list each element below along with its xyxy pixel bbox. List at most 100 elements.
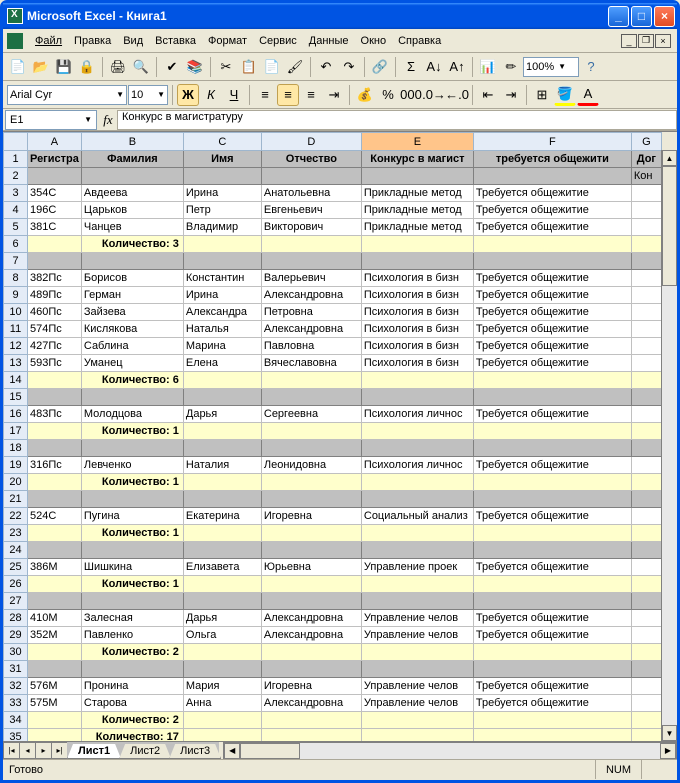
borders-button[interactable]: ⊞ — [531, 84, 553, 106]
drawing-button[interactable]: ✏ — [500, 56, 522, 78]
cell[interactable]: Дарья — [183, 406, 261, 423]
sort-desc-button[interactable]: A↑ — [446, 56, 468, 78]
comma-button[interactable]: 000 — [400, 84, 422, 106]
cell[interactable] — [631, 253, 661, 270]
row-header[interactable]: 33 — [4, 695, 28, 712]
row-header[interactable]: 29 — [4, 627, 28, 644]
cell[interactable] — [81, 389, 183, 406]
count-cell[interactable]: Количество: 2 — [81, 712, 183, 729]
tab-nav-prev[interactable]: ◂ — [19, 742, 35, 759]
cell[interactable]: Александровна — [261, 287, 361, 304]
cell[interactable] — [361, 593, 473, 610]
cut-button[interactable]: ✂ — [215, 56, 237, 78]
row-header[interactable]: 35 — [4, 729, 28, 742]
cell[interactable]: Авдеева — [81, 185, 183, 202]
cell[interactable] — [28, 474, 82, 491]
cell[interactable]: 196С — [28, 202, 82, 219]
cell[interactable]: Царьков — [81, 202, 183, 219]
row-header[interactable]: 34 — [4, 712, 28, 729]
cell[interactable]: Управление проек — [361, 559, 473, 576]
sheet-tab-3[interactable]: Лист3 — [169, 744, 221, 759]
cell[interactable]: Залесная — [81, 610, 183, 627]
cell[interactable] — [631, 627, 661, 644]
cell[interactable]: Левченко — [81, 457, 183, 474]
cell[interactable] — [261, 576, 361, 593]
count-cell[interactable]: Количество: 6 — [81, 372, 183, 389]
row-header[interactable]: 12 — [4, 338, 28, 355]
cell[interactable]: Социальный анализ — [361, 508, 473, 525]
cell[interactable] — [81, 593, 183, 610]
cell[interactable]: Психология в бизн — [361, 304, 473, 321]
mdi-minimize-button[interactable]: _ — [621, 34, 637, 48]
cell[interactable]: Психология в бизн — [361, 287, 473, 304]
cell[interactable] — [261, 644, 361, 661]
cell[interactable] — [261, 423, 361, 440]
cell[interactable] — [631, 593, 661, 610]
cell[interactable] — [261, 491, 361, 508]
cell[interactable] — [183, 644, 261, 661]
cell[interactable]: Кон — [631, 168, 661, 185]
cell[interactable] — [473, 253, 631, 270]
row-header[interactable]: 19 — [4, 457, 28, 474]
research-button[interactable]: 📚 — [184, 56, 206, 78]
cell[interactable] — [81, 542, 183, 559]
cell[interactable]: Александра — [183, 304, 261, 321]
cell[interactable] — [631, 423, 661, 440]
cell[interactable] — [28, 525, 82, 542]
cell[interactable] — [631, 372, 661, 389]
cell[interactable] — [473, 644, 631, 661]
cell[interactable] — [28, 440, 82, 457]
cell[interactable] — [631, 678, 661, 695]
col-header-f[interactable]: F — [473, 133, 631, 151]
row-header[interactable]: 25 — [4, 559, 28, 576]
cell[interactable]: Управление челов — [361, 610, 473, 627]
row-header[interactable]: 11 — [4, 321, 28, 338]
cell[interactable] — [361, 491, 473, 508]
cell[interactable] — [361, 253, 473, 270]
cell[interactable]: Елизавета — [183, 559, 261, 576]
cell[interactable]: Требуется общежитие — [473, 508, 631, 525]
format-painter-button[interactable]: 🖌 — [284, 56, 306, 78]
horizontal-scrollbar[interactable]: ◀ ▶ — [223, 742, 677, 759]
cell[interactable]: Елена — [183, 355, 261, 372]
cell[interactable] — [631, 440, 661, 457]
cell[interactable] — [631, 644, 661, 661]
row-header[interactable]: 22 — [4, 508, 28, 525]
cell[interactable] — [183, 525, 261, 542]
cell[interactable]: Психология в бизн — [361, 270, 473, 287]
formula-input[interactable]: Конкурс в магистратуру — [117, 110, 677, 130]
column-title[interactable]: Дог — [631, 151, 661, 168]
print-preview-button[interactable]: 🔍 — [130, 56, 152, 78]
cell[interactable] — [361, 168, 473, 185]
cell[interactable]: Прикладные метод — [361, 185, 473, 202]
merge-center-button[interactable]: ⇥ — [323, 84, 345, 106]
cell[interactable]: 575М — [28, 695, 82, 712]
cell[interactable]: Требуется общежитие — [473, 457, 631, 474]
cell[interactable] — [183, 661, 261, 678]
cell[interactable] — [183, 576, 261, 593]
cell[interactable]: Прикладные метод — [361, 219, 473, 236]
cell[interactable] — [183, 168, 261, 185]
col-header-c[interactable]: C — [183, 133, 261, 151]
hyperlink-button[interactable]: 🔗 — [369, 56, 391, 78]
cell[interactable] — [28, 389, 82, 406]
tab-nav-next[interactable]: ▸ — [35, 742, 51, 759]
maximize-button[interactable]: □ — [631, 6, 652, 27]
cell[interactable]: Требуется общежитие — [473, 270, 631, 287]
cell[interactable]: Александровна — [261, 695, 361, 712]
cell[interactable] — [631, 661, 661, 678]
row-header[interactable]: 24 — [4, 542, 28, 559]
cell[interactable] — [361, 712, 473, 729]
col-header-a[interactable]: A — [28, 133, 82, 151]
cell[interactable]: Требуется общежитие — [473, 695, 631, 712]
cell[interactable] — [473, 729, 631, 742]
count-cell[interactable]: Количество: 17 — [81, 729, 183, 742]
autosum-button[interactable]: Σ — [400, 56, 422, 78]
cell[interactable]: Павловна — [261, 338, 361, 355]
row-header[interactable]: 26 — [4, 576, 28, 593]
cell[interactable] — [361, 474, 473, 491]
cell[interactable] — [473, 168, 631, 185]
cell[interactable] — [473, 593, 631, 610]
italic-button[interactable]: К — [200, 84, 222, 106]
cell[interactable] — [361, 576, 473, 593]
